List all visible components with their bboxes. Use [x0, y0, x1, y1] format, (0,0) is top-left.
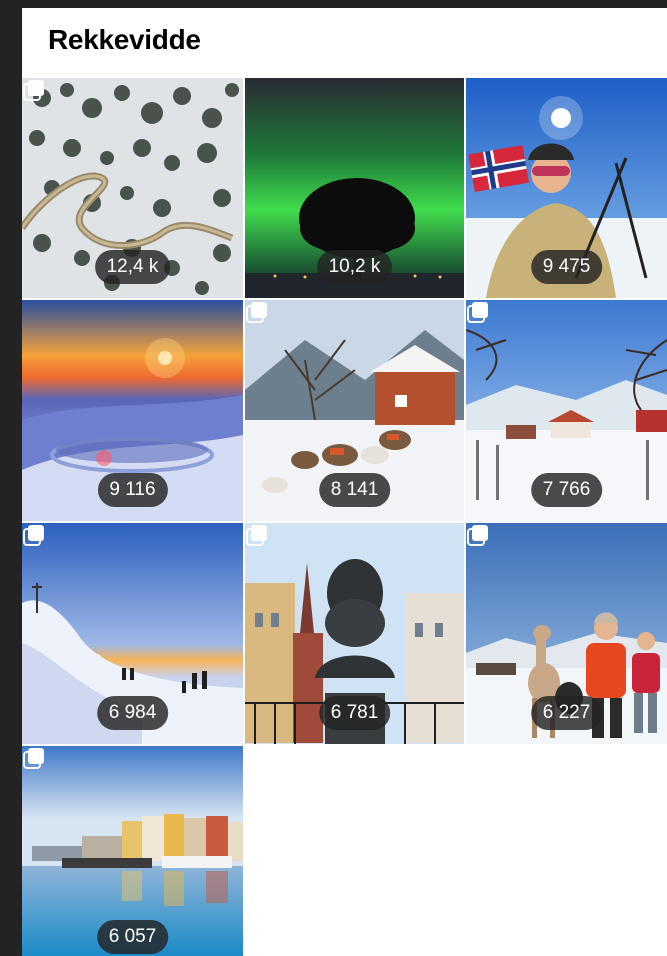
reach-count-badge: 6 057	[96, 920, 169, 954]
reach-count-badge: 6 227	[530, 696, 603, 730]
reach-count-badge: 9 475	[530, 250, 603, 284]
multiple-images-icon	[23, 748, 44, 769]
multiple-images-icon	[246, 525, 267, 546]
post-thumbnail-4[interactable]: 9 116	[22, 300, 243, 521]
reach-panel: Rekkevidde 12,4 k 10,2 k 9 475 9 116 8 1…	[22, 8, 667, 956]
post-thumbnail-9[interactable]: 6 227	[466, 523, 667, 744]
page-title: Rekkevidde	[48, 24, 201, 55]
post-thumbnail-2[interactable]: 10,2 k	[245, 78, 464, 298]
post-thumbnail-7[interactable]: 6 984	[22, 523, 243, 744]
reach-count-badge: 6 781	[318, 696, 391, 730]
post-thumbnail-3[interactable]: 9 475	[466, 78, 667, 298]
multiple-images-icon	[467, 525, 488, 546]
post-thumbnail-1[interactable]: 12,4 k	[22, 78, 243, 298]
post-thumbnail-6[interactable]: 7 766	[466, 300, 667, 521]
post-thumbnail-10[interactable]: 6 057	[22, 746, 243, 956]
multiple-images-icon	[23, 525, 44, 546]
multiple-images-icon	[23, 80, 44, 101]
reach-count-badge: 12,4 k	[94, 250, 171, 284]
post-thumbnail-8[interactable]: 6 781	[245, 523, 464, 744]
reach-count-badge: 9 116	[97, 473, 168, 507]
reach-count-badge: 6 984	[96, 696, 169, 730]
reach-count-badge: 7 766	[530, 473, 603, 507]
reach-count-badge: 10,2 k	[316, 250, 393, 284]
multiple-images-icon	[246, 302, 267, 323]
reach-count-badge: 8 141	[318, 473, 391, 507]
multiple-images-icon	[467, 302, 488, 323]
post-thumbnail-5[interactable]: 8 141	[245, 300, 464, 521]
